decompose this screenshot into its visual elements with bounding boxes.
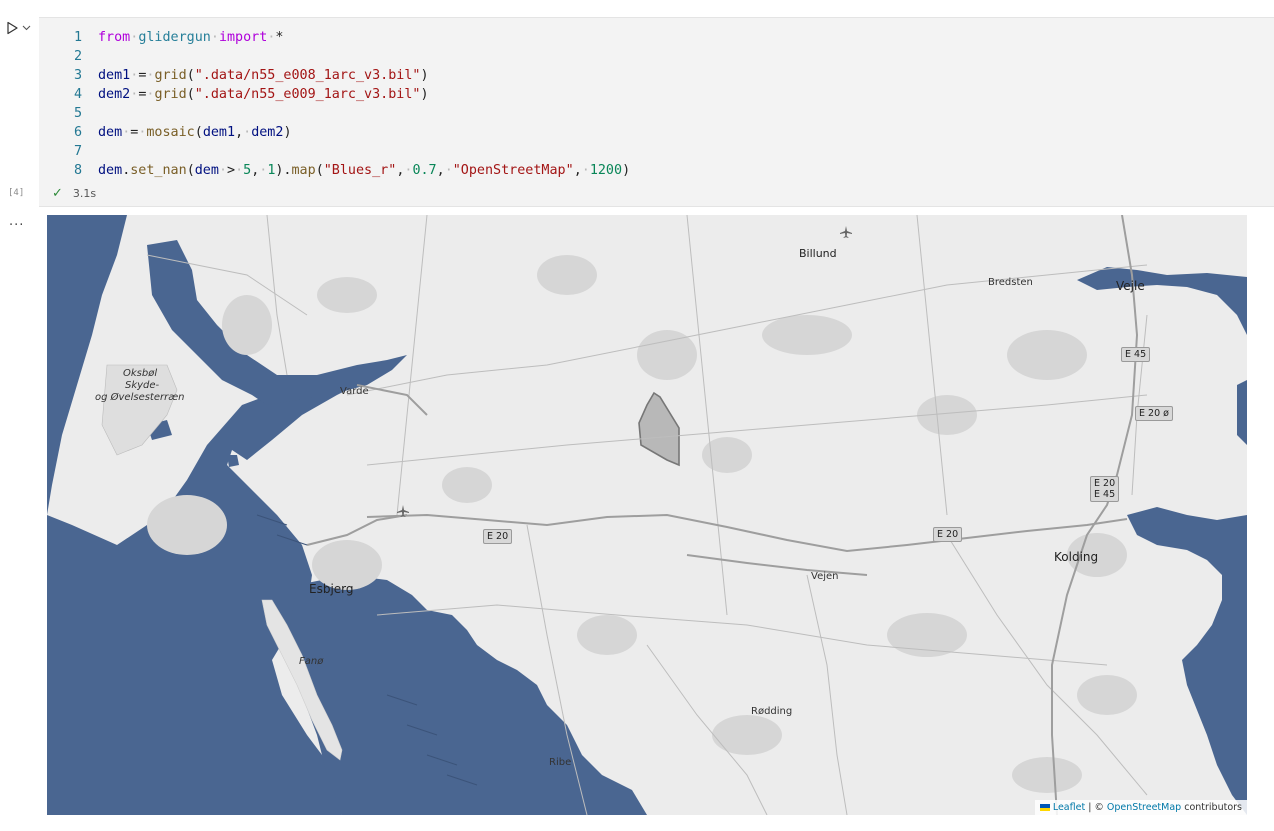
code-text: dem1·=·grid(".data/n55_e008_1arc_v3.bil"… [98,68,429,83]
road-shield-e20-line: E 20 [1094,478,1116,489]
place-kolding: Kolding [1054,550,1099,564]
code-text: from·glidergun·import·* [98,30,284,45]
line-number: 7 [73,144,82,159]
code-line: 1 from·glidergun·import·* [39,28,630,47]
line-number: 5 [73,106,82,121]
airport-icon [840,226,852,238]
place-fano: Fanø [299,656,324,667]
place-vejle: Vejle [1116,279,1145,293]
attribution-separator: | © [1088,802,1104,813]
code-line: 7 [39,142,630,161]
chevron-down-icon[interactable] [22,25,31,31]
ukraine-flag-icon [1039,804,1050,811]
line-number: 3 [73,68,82,83]
place-ribe: Ribe [549,757,572,768]
map-output[interactable]: Billund Bredsten Vejle Oksbøl Skyde- og … [47,215,1247,815]
code-line: 4 dem2·=·grid(".data/n55_e009_1arc_v3.bi… [39,85,630,104]
road-shield-e20-e45: E 20 E 45 [1090,476,1120,502]
place-rodding: Rødding [751,706,793,717]
code-line: 8 dem.set_nan(dem·>·5,·1).map("Blues_r",… [39,161,630,180]
place-varde: Varde [340,386,369,397]
code-text: dem·=·mosaic(dem1,·dem2) [98,125,292,140]
line-number: 2 [73,49,82,64]
line-number: 6 [73,125,82,140]
code-editor[interactable]: 1 from·glidergun·import·* 2 3 dem1·=·gri… [39,17,1274,207]
place-billund: Billund [799,247,837,260]
map-attribution: Leaflet | © OpenStreetMap contributors [1034,800,1247,815]
execution-status: ✓ 3.1s [52,186,96,201]
map-base-layer [47,215,1247,815]
output-more-actions[interactable]: ... [9,214,24,229]
code-line: 6 dem·=·mosaic(dem1,·dem2) [39,123,630,142]
line-number: 1 [73,30,82,45]
leaflet-link[interactable]: Leaflet [1053,801,1085,814]
place-esbjerg: Esbjerg [309,582,354,596]
execution-duration: 3.1s [72,187,97,200]
line-number: 8 [73,163,82,178]
run-icon [7,21,18,35]
cell-gutter: [4] ... [0,0,38,831]
place-vejen: Vejen [811,571,839,582]
attribution-contributors: contributors [1184,802,1242,813]
code-lines: 1 from·glidergun·import·* 2 3 dem1·=·gri… [39,28,630,180]
openstreetmap-link[interactable]: OpenStreetMap [1107,801,1181,814]
water-east-small [1237,380,1247,445]
code-line: 5 [39,104,630,123]
notebook-cell: [4] ... 1 from·glidergun·import·* 2 3 de… [0,0,1274,831]
line-number: 4 [73,87,82,102]
road-shield-e20: E 20 [483,529,513,544]
road-shield-e20o: E 20 ø [1135,406,1173,421]
road-shield-e20: E 20 [933,527,963,542]
place-oksbol-line2: Skyde- [125,380,160,391]
code-text: dem.set_nan(dem·>·5,·1).map("Blues_r",·0… [98,163,631,178]
code-line: 3 dem1·=·grid(".data/n55_e008_1arc_v3.bi… [39,66,630,85]
road-shield-e45: E 45 [1121,347,1151,362]
airport-icon [397,505,409,517]
place-bredsten: Bredsten [988,277,1033,288]
road-shield-e45-line: E 45 [1094,489,1116,500]
place-oksbol: Oksbøl [123,368,158,379]
code-text: dem2·=·grid(".data/n55_e009_1arc_v3.bil"… [98,87,429,102]
run-cell-button[interactable] [6,20,36,36]
place-oksbol-line3: og Øvelsesterræn [95,392,185,403]
code-line: 2 [39,47,630,66]
check-icon: ✓ [52,186,63,201]
execution-count: [4] [8,188,25,198]
